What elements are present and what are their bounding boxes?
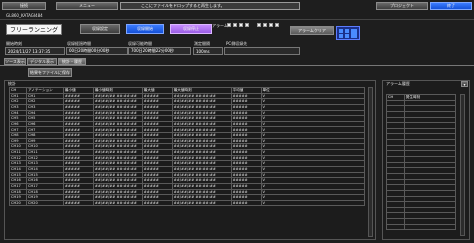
device-label: GL860_KATAGI484 [6, 13, 43, 18]
cell-min-time: ##/##/## ##:##:## [92, 137, 143, 145]
alarm-clear-button[interactable]: アラームクリア [290, 26, 334, 35]
cell-min-time: ##/##/## ##:##:## [92, 92, 143, 100]
alarm-cell [386, 223, 405, 231]
exit-button[interactable]: 終了 [430, 2, 472, 10]
stop-recording-button[interactable]: 収録停止 [170, 24, 212, 34]
cell-min-time: ##/##/## ##:##:## [92, 120, 143, 128]
stats-body: CH1 CH1 ##### ##/##/## ##:##:## ##### ##/##/#… [9, 92, 366, 207]
tab-digital[interactable]: デジタル表示 [27, 58, 57, 65]
alarm-indicator-8 [275, 23, 279, 27]
cell-annotation: CH20 [25, 199, 64, 207]
tab-underline [0, 65, 474, 66]
cell-min-time: ##/##/## ##:##:## [92, 188, 143, 196]
cell-min-time: ##/##/## ##:##:## [92, 154, 143, 162]
cell-min-time: ##/##/## ##:##:## [92, 98, 143, 105]
alarm-history-title: アラーム履歴 [386, 81, 410, 86]
table-row[interactable]: CH20 CH20 ##### ##/##/## ##:##:## ##### ##/##… [9, 199, 366, 207]
stats-scrollbar[interactable] [368, 87, 373, 237]
cell-min-time: ##/##/## ##:##:## [92, 171, 143, 179]
cell-min-time: ##/##/## ##:##:## [92, 132, 143, 139]
alarm-label: アラーム [212, 23, 228, 28]
alarm-row [386, 223, 457, 231]
cell-max: ##### [141, 199, 173, 207]
alarm-history-scrollbar[interactable] [460, 94, 465, 236]
alarm-cell [403, 223, 457, 231]
cell-min-time: ##/##/## ##:##:## [92, 126, 143, 134]
cell-min-time: ##/##/## ##:##:## [92, 115, 143, 122]
tab-source[interactable]: ソース表示 [4, 58, 26, 65]
elapsed-value: 00日20時間00分00秒 [66, 47, 128, 55]
file-dest-value [224, 47, 300, 55]
drop-message: ここにファイルをドロップすると再生します。 [120, 2, 300, 10]
cell-min-time: ##/##/## ##:##:## [92, 199, 143, 207]
alarm-history-table: CH 発生時刻 [386, 94, 457, 231]
menu-button[interactable]: メニュー [56, 2, 118, 10]
alarm-indicator-3 [239, 23, 243, 27]
alarm-history-menu-button[interactable]: ▾ [461, 81, 468, 87]
cell-avg: ##### [230, 199, 262, 207]
save-results-button[interactable]: 結果をファイルに保存 [28, 68, 72, 77]
start-recording-button[interactable]: 収録開始 [126, 24, 164, 34]
remaining-value: 700日20時間22分00秒 [128, 47, 191, 55]
mode-title: フリーランニング [6, 24, 62, 35]
alarm-indicator-1 [227, 23, 231, 27]
cell-min-time: ##/##/## ##:##:## [92, 177, 143, 184]
grid-view-icon[interactable] [336, 26, 360, 40]
alarm-indicator-2 [233, 23, 237, 27]
alarm-indicator-5 [257, 23, 261, 27]
cell-min-time: ##/##/## ##:##:## [92, 103, 143, 111]
cell-unit: V [260, 199, 366, 207]
stats-table: CH アノテーション 最小値 最小値時刻 最大値 最大値時刻 平均値 単位 CH… [9, 87, 366, 207]
alarm-indicator-6 [263, 23, 267, 27]
start-time-value: 2024/11/27 13:37:35 [5, 47, 65, 55]
cell-max-time: ##/##/## ##:##:## [171, 199, 232, 207]
tab-stats[interactable]: 統計・履歴 [58, 58, 86, 65]
cell-min-time: ##/##/## ##:##:## [92, 109, 143, 117]
connect-button[interactable]: 接続 [2, 2, 46, 10]
cell-ch: CH20 [9, 199, 27, 207]
interval-value: 100ms [193, 47, 223, 55]
cell-min-time: ##/##/## ##:##:## [92, 149, 143, 156]
alarm-indicator-7 [269, 23, 273, 27]
cell-min: ##### [62, 199, 94, 207]
alarm-indicator-4 [245, 23, 249, 27]
cell-min-time: ##/##/## ##:##:## [92, 160, 143, 167]
record-settings-button[interactable]: 収録設定 [80, 24, 120, 34]
cell-min-time: ##/##/## ##:##:## [92, 165, 143, 173]
cell-min-time: ##/##/## ##:##:## [92, 143, 143, 151]
cell-min-time: ##/##/## ##:##:## [92, 182, 143, 190]
divider [0, 19, 474, 20]
project-button[interactable]: プロジェクト [376, 2, 428, 10]
alarm-history-body [386, 99, 457, 231]
cell-min-time: ##/##/## ##:##:## [92, 194, 143, 201]
